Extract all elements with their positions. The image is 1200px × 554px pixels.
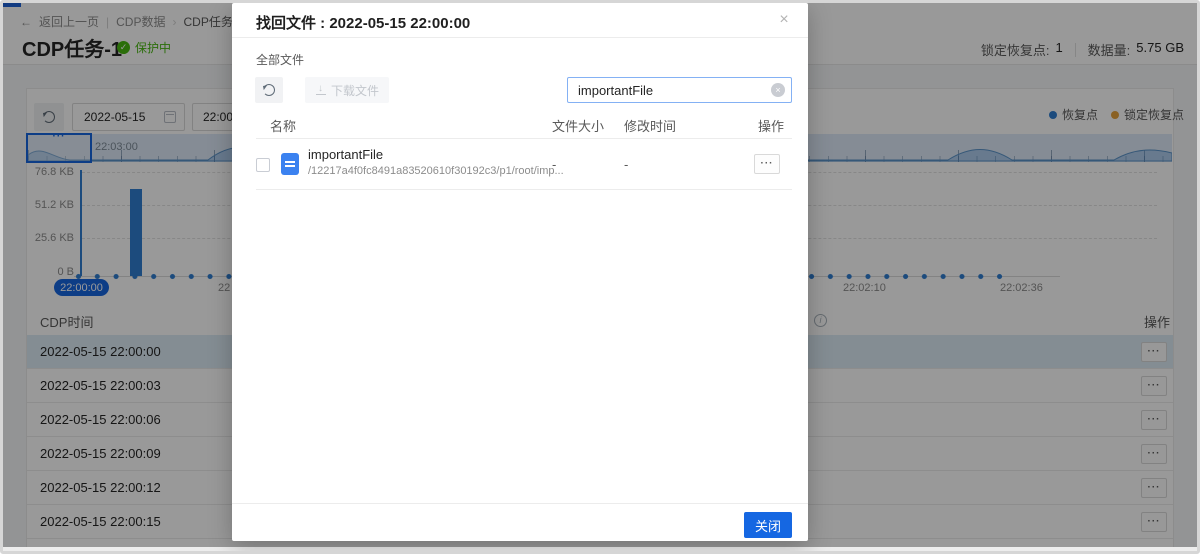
retrieve-file-dialog: 找回文件 : 2022-05-15 22:00:00 × 全部文件 ↓ 下载文件…	[232, 3, 808, 541]
dialog-header: 找回文件 : 2022-05-15 22:00:00 ×	[232, 3, 808, 38]
clear-search-icon[interactable]: ×	[771, 83, 785, 97]
file-name: importantFile	[308, 147, 383, 162]
all-files-label: 全部文件	[256, 51, 304, 68]
download-icon: ↓	[315, 85, 326, 96]
column-header-size: 文件大小	[552, 116, 604, 135]
column-header-modified: 修改时间	[624, 116, 676, 135]
file-search-input[interactable]	[567, 77, 792, 103]
close-dialog-button[interactable]: 关闭	[744, 512, 792, 538]
file-path: /12217a4f0fc8491a83520610f30192c3/p1/roo…	[308, 165, 564, 177]
file-size-cell: -	[552, 157, 556, 172]
row-more-button[interactable]: ···	[754, 154, 780, 174]
dialog-title: 找回文件 : 2022-05-15 22:00:00	[256, 12, 470, 33]
row-checkbox[interactable]	[256, 158, 270, 172]
file-icon	[281, 153, 299, 175]
dialog-footer: 关闭	[232, 503, 808, 541]
refresh-button[interactable]	[255, 77, 283, 103]
file-table-header: 名称 文件大小 修改时间 操作	[256, 107, 792, 139]
file-table-row[interactable]: importantFile /12217a4f0fc8491a83520610f…	[256, 140, 792, 190]
column-header-name: 名称	[270, 116, 296, 135]
app-window: ← 返回上一页 | CDP数据 › CDP任务-1 CDP任务-1 ✓ 保护中 …	[0, 0, 1200, 554]
close-icon[interactable]: ×	[774, 10, 794, 30]
download-button-label: 下载文件	[331, 82, 379, 99]
frame-bottom-strip	[3, 547, 1197, 551]
download-file-button[interactable]: ↓ 下载文件	[305, 77, 389, 103]
column-header-action: 操作	[758, 116, 784, 135]
file-modified-cell: -	[624, 157, 628, 172]
refresh-icon	[263, 84, 275, 96]
